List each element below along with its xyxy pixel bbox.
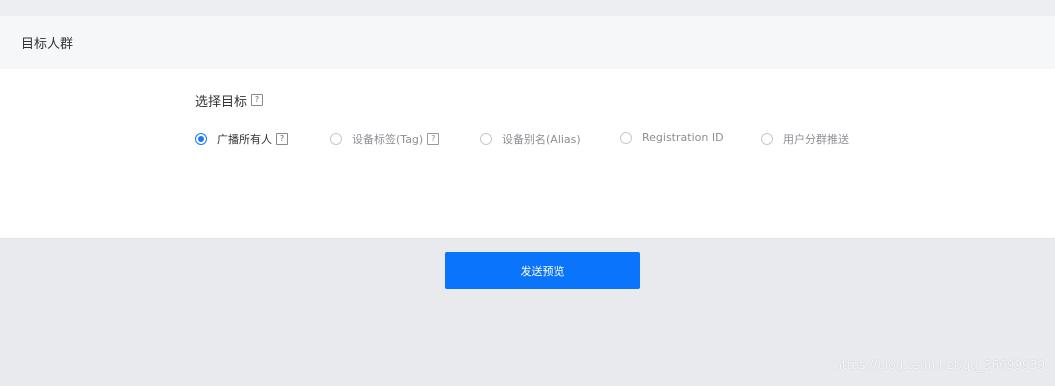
send-preview-button[interactable]: 发送预览 [445, 252, 640, 289]
help-question-icon[interactable]: ? [251, 94, 264, 106]
help-question-icon[interactable]: ? [427, 133, 440, 145]
radio-option-device-alias[interactable]: 设备别名(Alias) [480, 131, 581, 147]
radio-unchecked-icon[interactable] [480, 133, 492, 145]
radio-label: Registration ID [642, 131, 724, 144]
radio-option-user-segment[interactable]: 用户分群推送 [761, 131, 849, 147]
radio-label: 设备别名(Alias) [502, 133, 581, 146]
radio-option-broadcast-all[interactable]: 广播所有人 ? [195, 131, 288, 147]
card-header: 目标人群 [0, 16, 1055, 69]
radio-unchecked-icon[interactable] [330, 133, 342, 145]
watermark-text: https://blog.csdn.net/qq_36699930 [834, 358, 1045, 372]
radio-option-registration-id[interactable]: Registration ID [620, 131, 724, 144]
card-title: 目标人群 [21, 37, 74, 52]
radio-label: 广播所有人 [217, 133, 272, 146]
radio-label: 用户分群推送 [783, 133, 849, 146]
target-audience-card: 目标人群 [0, 16, 1055, 239]
radio-label: 设备标签(Tag) [352, 133, 424, 146]
help-question-icon[interactable]: ? [276, 133, 288, 145]
target-label-row: 选择目标 ? [195, 92, 264, 110]
radio-option-device-tag[interactable]: 设备标签(Tag) ? [330, 131, 440, 147]
top-strip [0, 0, 1055, 16]
target-label: 选择目标 [195, 94, 248, 110]
radio-checked-icon[interactable] [195, 133, 207, 145]
radio-unchecked-icon[interactable] [620, 131, 632, 144]
target-section: 选择目标 ? [195, 92, 264, 110]
radio-unchecked-icon[interactable] [761, 133, 773, 145]
